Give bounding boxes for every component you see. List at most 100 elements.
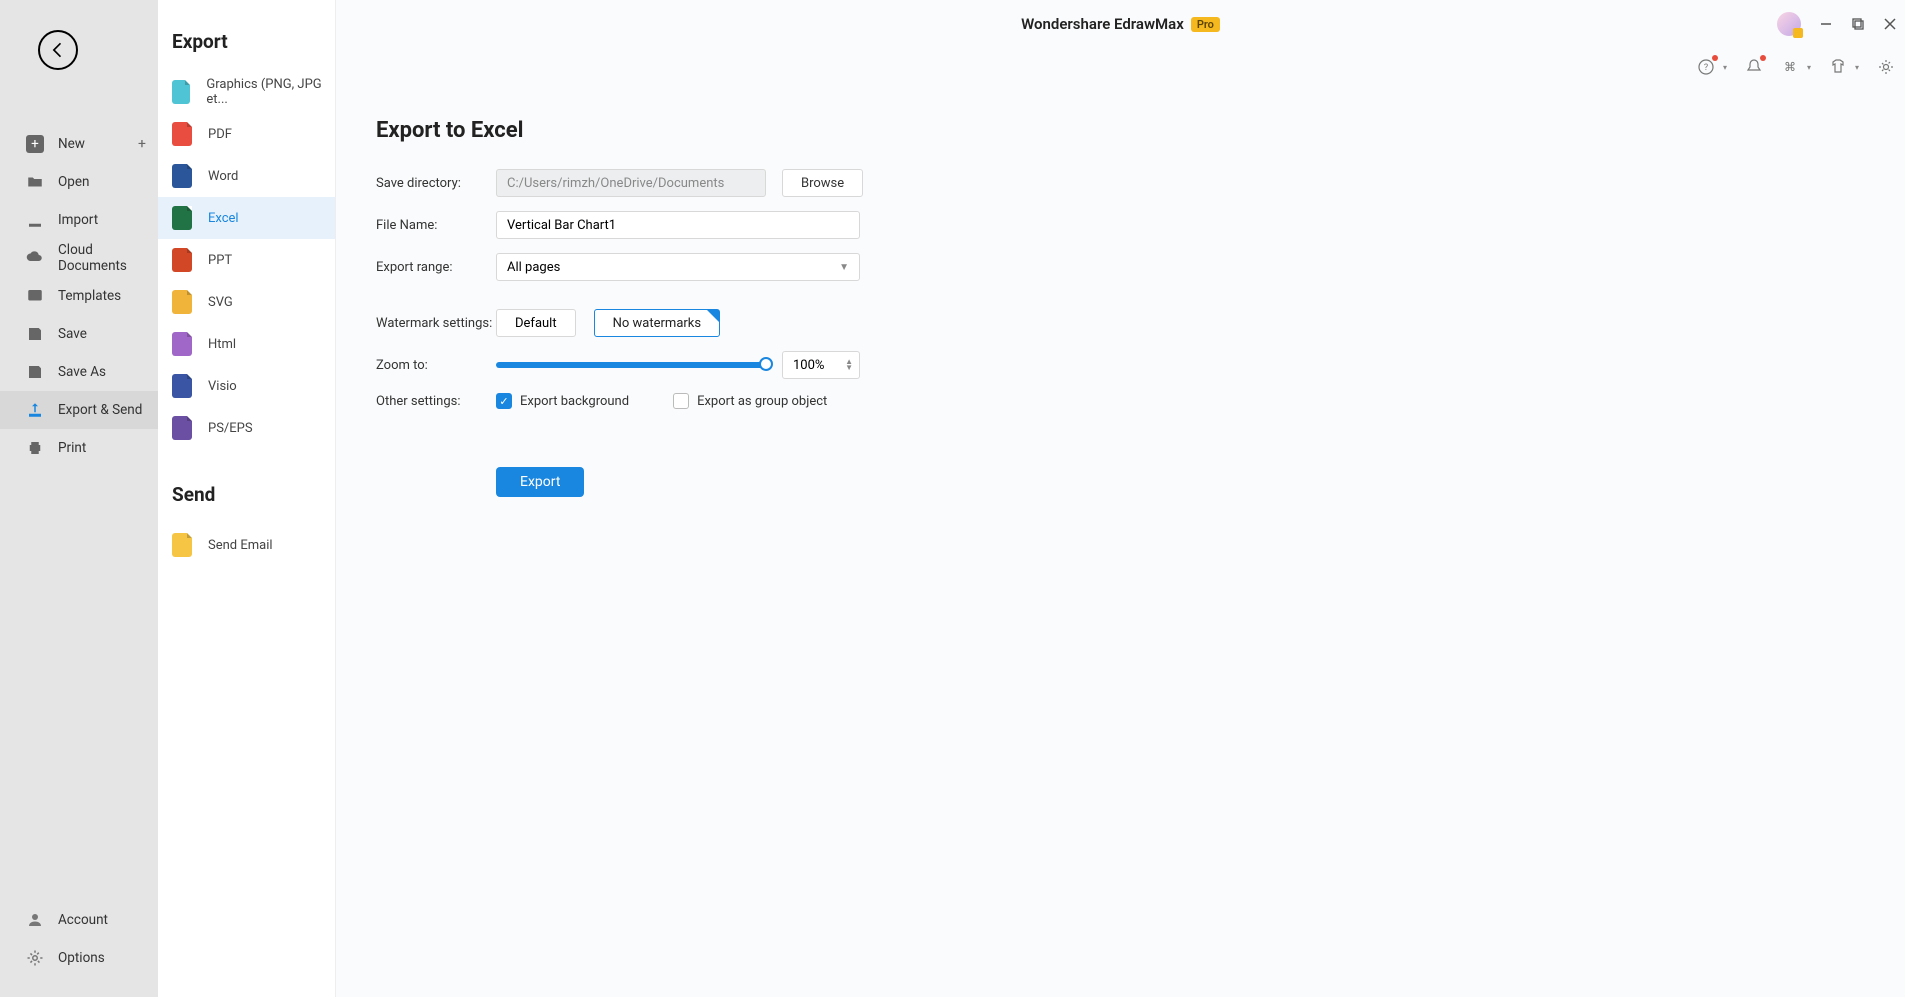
save-icon [26,325,44,343]
chevron-down-icon[interactable]: ▾ [1807,63,1811,72]
label-other-settings: Other settings: [376,394,496,409]
export-group-object-checkbox[interactable]: Export as group object [673,393,827,409]
export-background-checkbox[interactable]: ✓ Export background [496,393,629,409]
slider-thumb[interactable] [759,357,773,371]
format-label: SVG [208,295,233,310]
avatar[interactable] [1777,12,1801,36]
format-svg[interactable]: SVG [158,281,335,323]
checkbox-checked-icon: ✓ [496,393,512,409]
export-range-select[interactable]: All pages ▼ [496,253,860,281]
watermark-default-button[interactable]: Default [496,309,576,337]
file-name-input[interactable] [496,211,860,239]
help-icon[interactable]: ? [1697,58,1715,76]
zoom-spinbox[interactable]: 100% ▲▼ [782,351,860,379]
format-label: Word [208,169,238,184]
minimize-icon[interactable] [1819,17,1833,31]
format-label: Send Email [208,538,273,553]
tshirt-icon[interactable] [1829,58,1847,76]
nav-label: Options [58,950,105,966]
nav-label: New [58,136,85,152]
format-label: Excel [208,211,239,226]
format-label: Graphics (PNG, JPG et... [206,77,335,107]
nav-label: Export & Send [58,402,142,418]
nav-label: Save [58,326,87,342]
export-panel: Export to Excel Save directory: Browse F… [336,48,1905,497]
select-value: All pages [507,260,560,275]
save-directory-input [496,169,766,197]
print-icon [26,439,44,457]
user-icon [26,911,44,929]
chevron-down-icon[interactable]: ▾ [1723,63,1727,72]
close-icon[interactable] [1883,17,1897,31]
bell-icon[interactable] [1745,58,1763,76]
label-watermark: Watermark settings: [376,316,496,331]
format-ppt[interactable]: PPT [158,239,335,281]
folder-icon [26,173,44,191]
chevron-down-icon[interactable]: ▾ [1855,63,1859,72]
format-excel[interactable]: Excel [158,197,335,239]
nav-export-send[interactable]: Export & Send [0,391,158,429]
window-controls [1777,0,1897,48]
titlebar: Wondershare EdrawMax Pro [336,0,1905,48]
pdf-file-icon [172,122,192,146]
nav-save-as[interactable]: Save As [0,353,158,391]
nav-import[interactable]: Import [0,201,158,239]
format-visio[interactable]: Visio [158,365,335,407]
label-zoom: Zoom to: [376,358,496,373]
plus-icon: + [26,135,44,153]
browse-button[interactable]: Browse [782,169,863,197]
nav-print[interactable]: Print [0,429,158,467]
nav-templates[interactable]: Templates [0,277,158,315]
primary-nav-footer: Account Options [0,901,158,977]
keyboard-icon[interactable]: ⌘ [1781,58,1799,76]
nav-label: Save As [58,364,106,380]
new-add-icon[interactable]: + [138,136,146,152]
panel-title: Export to Excel [376,118,1905,143]
nav-save[interactable]: Save [0,315,158,353]
row-export-range: Export range: All pages ▼ [376,253,1905,281]
format-label: Html [208,337,236,352]
export-format-sidebar: Export Graphics (PNG, JPG et... PDF Word… [158,0,336,997]
visio-file-icon [172,374,192,398]
nav-options[interactable]: Options [0,939,158,977]
nav-label: Account [58,912,108,928]
row-export-button: Export [376,423,1905,497]
app-title: Wondershare EdrawMax [1021,15,1184,33]
secondary-toolbar: ? ▾ ⌘ ▾ ▾ [1697,58,1895,76]
email-icon [172,533,192,557]
settings-icon[interactable] [1877,58,1895,76]
format-graphics[interactable]: Graphics (PNG, JPG et... [158,71,335,113]
import-icon [26,211,44,229]
svg-text:?: ? [1704,63,1708,73]
pseps-file-icon [172,416,192,440]
spinbox-arrows[interactable]: ▲▼ [845,359,853,371]
nav-cloud-documents[interactable]: Cloud Documents [0,239,158,277]
nav-label: Templates [58,288,121,304]
nav-new[interactable]: + New + [0,125,158,163]
maximize-icon[interactable] [1851,17,1865,31]
templates-icon [26,287,44,305]
back-button[interactable] [38,30,78,70]
html-file-icon [172,332,192,356]
nav-account[interactable]: Account [0,901,158,939]
nav-open[interactable]: Open [0,163,158,201]
send-email[interactable]: Send Email [158,524,335,566]
export-button[interactable]: Export [496,467,584,497]
format-pdf[interactable]: PDF [158,113,335,155]
zoom-slider[interactable] [496,362,766,368]
row-file-name: File Name: [376,211,1905,239]
nav-label: Print [58,440,86,456]
format-pseps[interactable]: PS/EPS [158,407,335,449]
graphics-file-icon [172,80,190,104]
notification-dot [1712,55,1718,61]
zoom-value: 100% [793,358,824,373]
watermark-none-button[interactable]: No watermarks [594,309,720,337]
section-title-send: Send [158,473,335,524]
primary-sidebar: + New + Open Import Cloud Documents Temp… [0,0,158,997]
format-html[interactable]: Html [158,323,335,365]
format-label: PS/EPS [208,421,253,436]
format-word[interactable]: Word [158,155,335,197]
nav-label: Import [58,212,98,228]
checkbox-label: Export as group object [697,394,827,409]
checkbox-label: Export background [520,394,629,409]
